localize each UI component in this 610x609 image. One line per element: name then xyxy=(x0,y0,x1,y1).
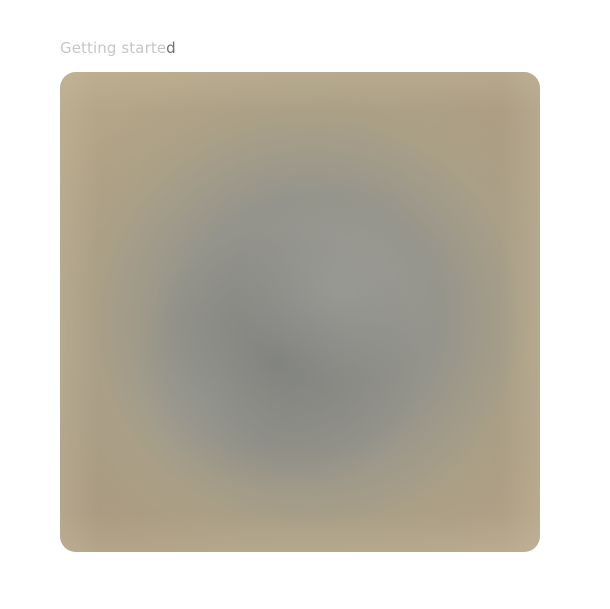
page-title: Getting started xyxy=(60,39,176,57)
blurred-image-card xyxy=(60,72,540,552)
page-title-faded: Getting starte xyxy=(60,39,167,57)
page-title-tail: d xyxy=(166,39,176,57)
page: Getting started xyxy=(0,0,610,609)
